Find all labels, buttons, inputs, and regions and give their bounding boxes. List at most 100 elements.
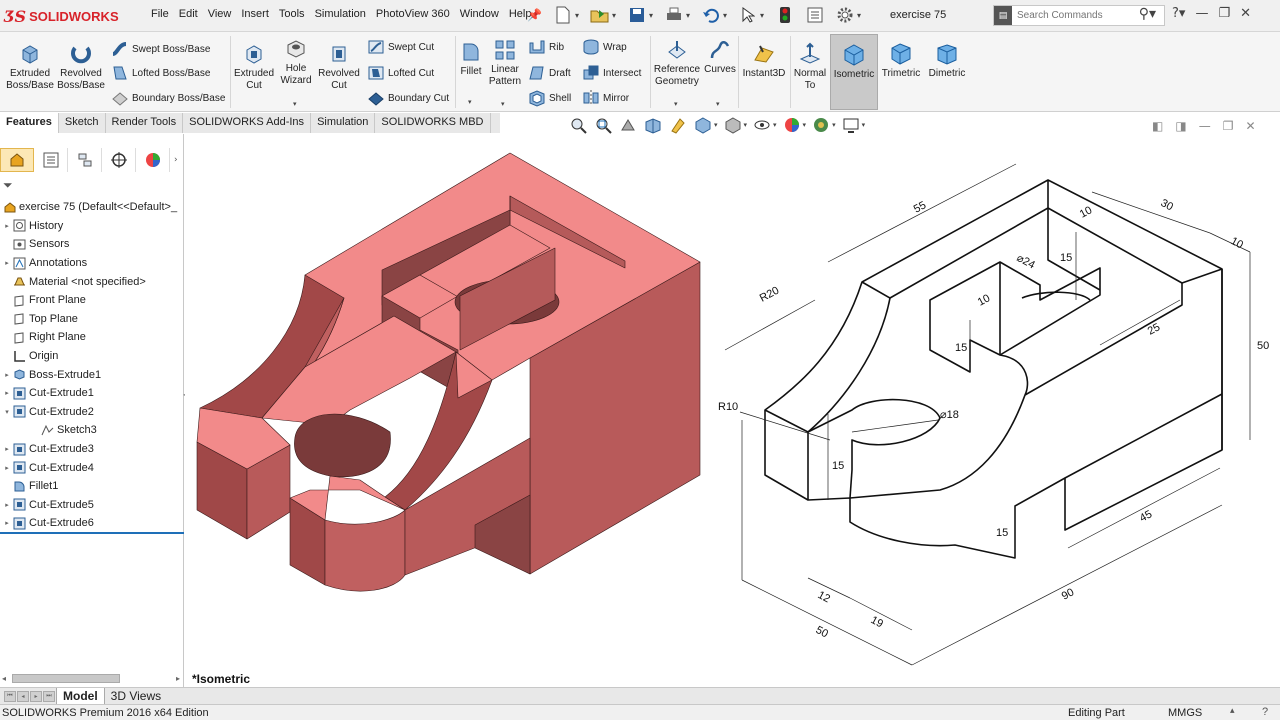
apply-scene-icon[interactable] (811, 116, 831, 134)
tab-sketch[interactable]: Sketch (59, 113, 106, 133)
tree-item[interactable]: ▸ Annotations (0, 254, 184, 273)
rebuild-icon[interactable] (772, 4, 798, 26)
revolved-boss-button[interactable]: Revolved Boss/Base (56, 42, 106, 92)
filter-icon[interactable]: ⏷ (3, 178, 13, 193)
restore-icon[interactable]: ❐ (1218, 6, 1230, 21)
revolved-cut-button[interactable]: Revolved Cut (316, 42, 362, 92)
last-tab-icon[interactable]: ⏭ (43, 690, 55, 702)
fillet-dropdown-icon[interactable]: ▾ (468, 98, 472, 106)
tab-mbd[interactable]: SOLIDWORKS MBD (375, 113, 491, 133)
configuration-manager-tab-icon[interactable] (68, 148, 102, 172)
rib-button[interactable]: Rib (528, 38, 564, 56)
dynamic-annotation-icon[interactable] (668, 116, 688, 134)
model-viewport[interactable]: 55 30 10 10 15 ⌀24 R20 10 15 25 50 R10 ⌀… (185, 134, 1280, 687)
expand-arrow-icon[interactable]: ▸ (2, 222, 12, 230)
collapse-arrow-icon[interactable]: ▾ (2, 408, 12, 416)
menu-edit[interactable]: Edit (174, 8, 203, 20)
tree-item[interactable]: ▸ Cut-Extrude6 (0, 514, 184, 533)
extruded-cut-button[interactable]: Extruded Cut (232, 42, 276, 92)
property-manager-tab-icon[interactable] (34, 148, 68, 172)
zoom-to-area-icon[interactable] (593, 116, 613, 134)
tree-item[interactable]: Sensors (0, 235, 184, 254)
normal-to-button[interactable]: Normal To (791, 42, 829, 92)
isometric-button[interactable]: Isometric (830, 34, 878, 110)
undo-icon[interactable] (698, 4, 724, 26)
display-manager-tab-icon[interactable] (136, 148, 170, 172)
search-icon[interactable]: ⚲▾ (1139, 6, 1156, 22)
tree-item[interactable]: ▸ Cut-Extrude1 (0, 384, 184, 403)
viewport-minimize-icon[interactable]: — (1199, 119, 1211, 133)
next-tab-icon[interactable]: ▸ (30, 690, 42, 702)
shell-button[interactable]: Shell (528, 89, 571, 107)
feature-manager-tab-icon[interactable] (0, 148, 34, 172)
reference-geometry-dropdown-icon[interactable]: ▾ (674, 100, 678, 108)
viewport-restore-icon[interactable]: ❐ (1223, 119, 1234, 133)
tree-item[interactable]: Sketch3 (0, 421, 184, 440)
search-scope-icon[interactable]: ▤ (994, 6, 1012, 25)
tab-model[interactable]: Model (56, 687, 105, 705)
reference-geometry-button[interactable]: Reference Geometry (652, 38, 702, 88)
tree-item[interactable]: Top Plane (0, 310, 184, 329)
prev-tab-icon[interactable]: ◂ (17, 690, 29, 702)
minimize-icon[interactable]: — (1195, 6, 1208, 21)
menu-window[interactable]: Window (455, 8, 504, 20)
tree-item[interactable]: ▸ History (0, 217, 184, 236)
tree-item[interactable]: Material <not specified> (0, 272, 184, 291)
draft-button[interactable]: Draft (528, 64, 571, 82)
dimxpert-manager-tab-icon[interactable] (102, 148, 136, 172)
help-icon[interactable]: ?▾ (1172, 6, 1185, 21)
edit-appearance-icon[interactable] (782, 116, 802, 134)
tree-item[interactable]: Right Plane (0, 328, 184, 347)
search-input[interactable] (1012, 10, 1132, 21)
viewport-close-icon[interactable]: ✕ (1245, 119, 1255, 133)
boundary-boss-button[interactable]: Boundary Boss/Base (111, 89, 225, 107)
rollback-bar[interactable] (0, 532, 184, 534)
view-orientation-icon[interactable] (693, 116, 713, 134)
pin-icon[interactable]: 📌 (527, 8, 542, 22)
graphics-area[interactable]: 55 30 10 10 15 ⌀24 R20 10 15 25 50 R10 ⌀… (185, 134, 1280, 687)
mirror-button[interactable]: Mirror (582, 89, 629, 107)
tab-features[interactable]: Features (0, 113, 59, 133)
tree-item[interactable]: ▸ Cut-Extrude3 (0, 440, 184, 459)
new-document-icon[interactable] (550, 4, 576, 26)
close-icon[interactable]: ✕ (1240, 6, 1251, 21)
tab-addins[interactable]: SOLIDWORKS Add-Ins (183, 113, 312, 133)
solidworks-logo[interactable]: ƷS SOLIDWORKS (4, 4, 119, 28)
viewport-split-left-icon[interactable]: ◧ (1152, 119, 1163, 133)
tree-item[interactable]: Fillet1 (0, 477, 184, 496)
expand-arrow-icon[interactable]: ▸ (2, 519, 12, 527)
zoom-to-fit-icon[interactable] (568, 116, 588, 134)
scroll-thumb[interactable] (12, 674, 120, 683)
expand-arrow-icon[interactable]: ▸ (2, 259, 12, 267)
tree-item[interactable]: ▸ Cut-Extrude5 (0, 496, 184, 515)
expand-arrow-icon[interactable]: ▸ (2, 445, 12, 453)
expand-arrow-icon[interactable]: ▸ (2, 389, 12, 397)
viewport-split-right-icon[interactable]: ◨ (1175, 119, 1186, 133)
save-icon[interactable] (624, 4, 650, 26)
swept-boss-button[interactable]: Swept Boss/Base (111, 40, 210, 58)
tab-3d-views[interactable]: 3D Views (105, 688, 167, 704)
menu-file[interactable]: File (146, 8, 174, 20)
wrap-button[interactable]: Wrap (582, 38, 627, 56)
status-help-icon[interactable]: ? (1262, 706, 1268, 718)
lofted-cut-button[interactable]: Lofted Cut (367, 64, 434, 82)
units-menu-icon[interactable]: ▴ (1230, 705, 1235, 716)
menu-photoview[interactable]: PhotoView 360 (371, 8, 455, 20)
instant3d-button[interactable]: Instant3D (741, 42, 787, 80)
curves-button[interactable]: Curves (704, 38, 736, 76)
menu-tools[interactable]: Tools (274, 8, 310, 20)
expand-arrow-icon[interactable]: ▸ (2, 501, 12, 509)
hole-wizard-button[interactable]: Hole Wizard (276, 37, 316, 87)
fillet-button[interactable]: Fillet (458, 40, 484, 78)
tree-item[interactable]: ▸ Cut-Extrude4 (0, 458, 184, 477)
intersect-button[interactable]: Intersect (582, 64, 641, 82)
scroll-right-icon[interactable]: ▸ (176, 674, 180, 683)
trimetric-button[interactable]: Trimetric (878, 42, 924, 80)
previous-view-icon[interactable] (618, 116, 638, 134)
menu-simulation[interactable]: Simulation (310, 8, 371, 20)
curves-dropdown-icon[interactable]: ▾ (716, 100, 720, 108)
search-box[interactable]: ▤ ⚲▾ (993, 5, 1165, 26)
expand-arrow-icon[interactable]: ▸ (2, 464, 12, 472)
tree-item[interactable]: ▾ Cut-Extrude2 (0, 403, 184, 422)
more-tabs-icon[interactable]: › (174, 155, 178, 165)
